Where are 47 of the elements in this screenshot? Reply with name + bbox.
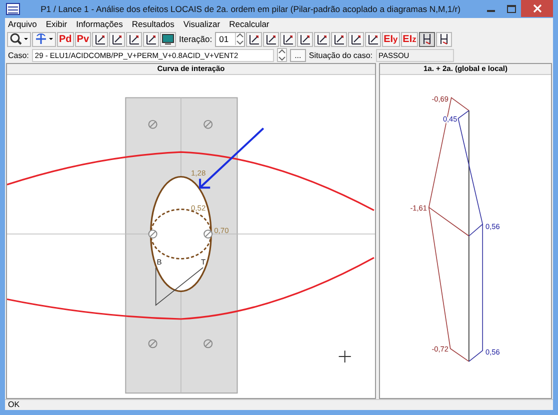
diagram-tool-button[interactable] — [314, 32, 330, 46]
rebar-icon — [204, 230, 213, 238]
menu-item[interactable]: Resultados — [132, 19, 174, 29]
diagram-tool-button[interactable] — [364, 32, 381, 46]
maximize-icon — [506, 4, 516, 12]
rotate-button[interactable] — [32, 32, 56, 46]
toolbar-button[interactable]: Pv — [74, 32, 92, 46]
toolbar-button[interactable]: Pd — [57, 32, 74, 46]
status-text: OK — [8, 400, 20, 409]
menu-item[interactable]: Exibir — [46, 19, 68, 29]
close-icon — [532, 4, 542, 13]
diagram-tool-button[interactable] — [143, 32, 160, 46]
rebar-icon — [148, 120, 158, 129]
monitor-icon[interactable] — [160, 32, 176, 46]
column-diagram-icon — [421, 33, 434, 45]
rebar-icon — [204, 120, 213, 129]
status-label: Situação do caso: — [308, 50, 373, 60]
moment-line — [155, 267, 204, 306]
crosshair-icon — [338, 350, 352, 363]
diagram-tool-button[interactable] — [348, 32, 364, 46]
rebar-icon — [148, 339, 158, 348]
menu-item[interactable]: Recalcular — [229, 19, 270, 29]
diagram-tool-button[interactable] — [280, 32, 296, 46]
menu-item[interactable]: Informações — [76, 19, 123, 29]
toggle-button[interactable] — [436, 32, 452, 46]
case-label: Caso: — [8, 50, 29, 60]
diagram-tool-button[interactable] — [126, 32, 142, 46]
menu-item[interactable]: Arquivo — [8, 19, 37, 29]
case-spinner[interactable] — [276, 48, 287, 62]
diagram-tool-button[interactable] — [109, 32, 126, 46]
diagram-tool-button[interactable] — [92, 32, 108, 46]
app-icon — [6, 3, 20, 15]
diagram-tool-button[interactable] — [296, 32, 313, 46]
zoom-button[interactable] — [7, 32, 31, 46]
window-title: P1 / Lance 1 - Análise dos efeitos LOCAIS de 2a. ordem em pilar (Pilar-padrão acoplado a diagramas N,M,1/r) — [40, 4, 462, 14]
diagram-tool-button[interactable] — [246, 32, 262, 46]
browse-button[interactable]: ... — [290, 48, 306, 62]
toggle-button[interactable] — [419, 32, 436, 46]
rebar-icon — [148, 230, 158, 238]
iteration-spinner[interactable]: 01 — [215, 32, 245, 46]
diagram-tool-button[interactable] — [330, 32, 347, 46]
rebar-icon — [204, 339, 213, 348]
iteration-label: Iteração: — [179, 34, 212, 44]
column-diagram-icon — [438, 33, 450, 45]
diagram-tool-button[interactable] — [262, 32, 279, 46]
close-button[interactable] — [521, 0, 553, 17]
menu-item[interactable]: Visualizar — [183, 19, 220, 29]
